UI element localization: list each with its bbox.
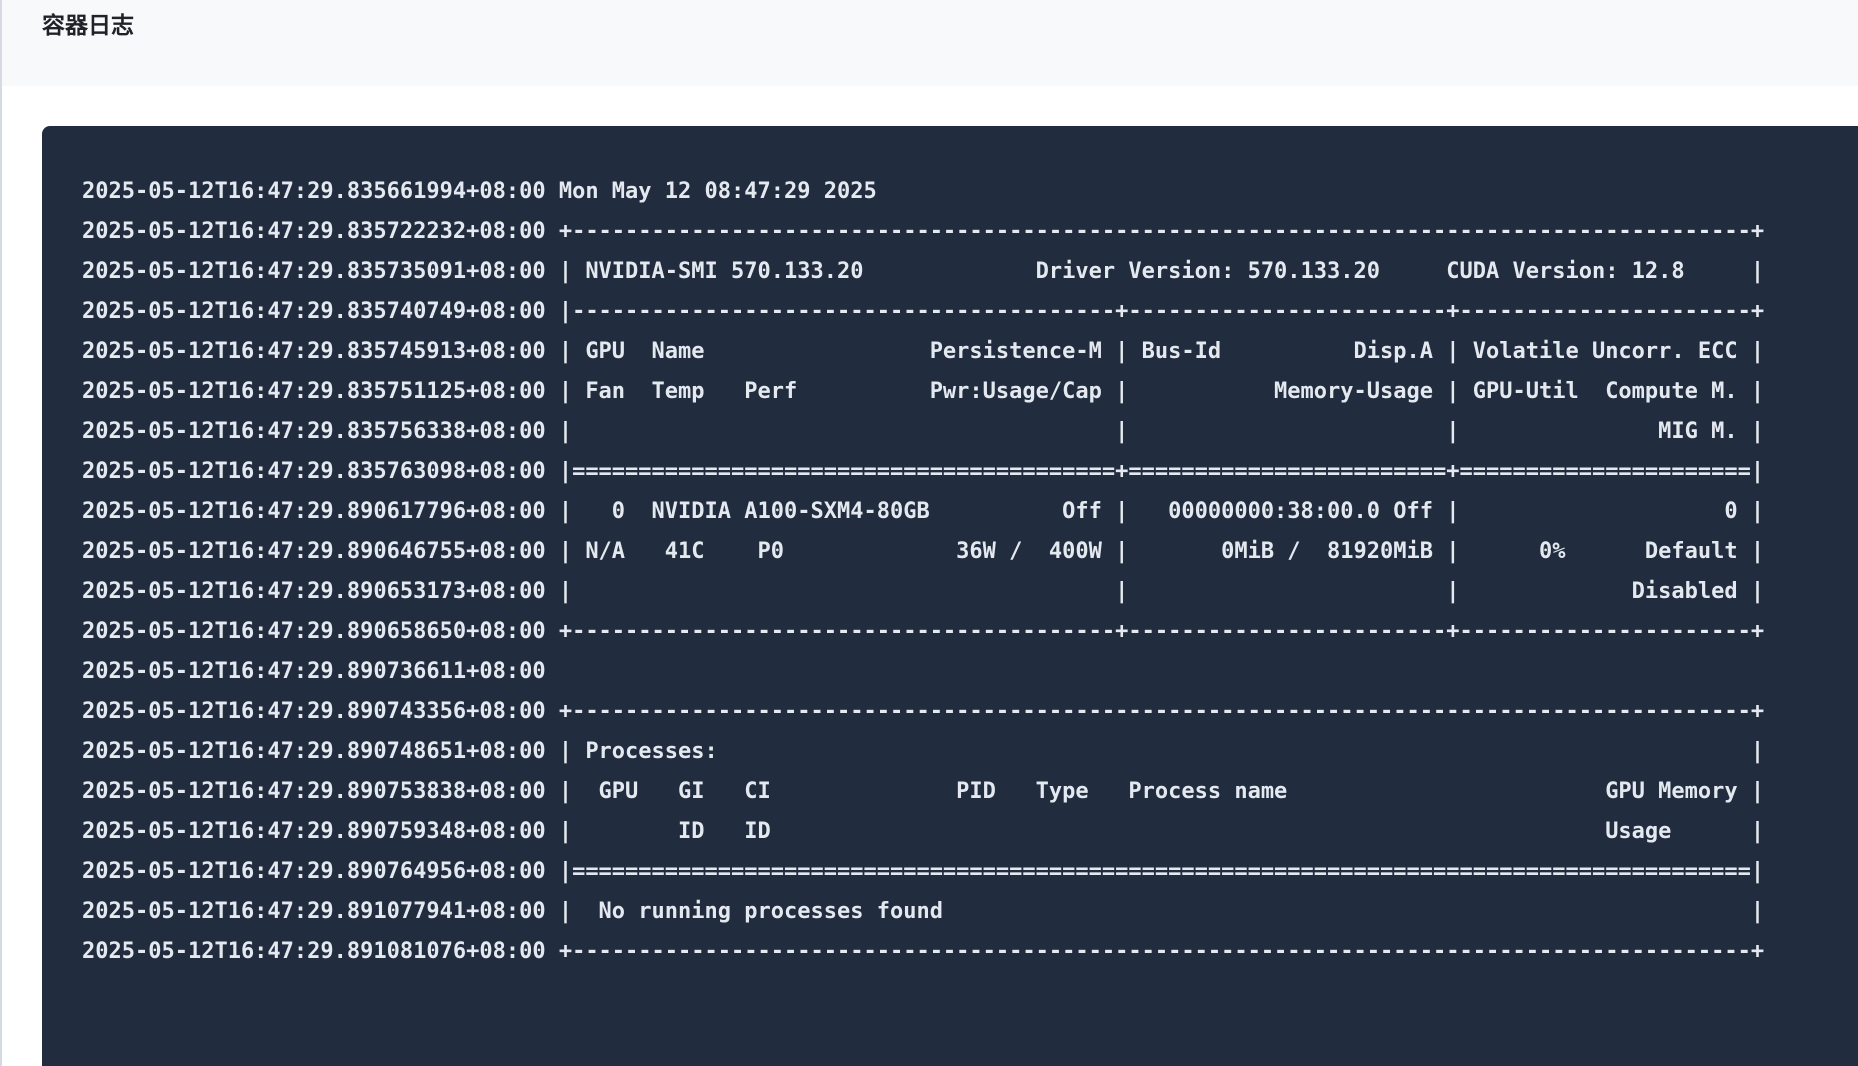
- page-header: 容器日志: [2, 0, 1858, 86]
- log-line: 2025-05-12T16:47:29.890646755+08:00 | N/…: [82, 539, 1765, 564]
- log-line: 2025-05-12T16:47:29.890743356+08:00 +---…: [82, 699, 1765, 724]
- log-line: 2025-05-12T16:47:29.890653173+08:00 | | …: [82, 579, 1765, 604]
- log-line: 2025-05-12T16:47:29.835763098+08:00 |===…: [82, 459, 1765, 484]
- log-line: 2025-05-12T16:47:29.835722232+08:00 +---…: [82, 219, 1765, 244]
- log-line: 2025-05-12T16:47:29.891077941+08:00 | No…: [82, 899, 1765, 924]
- log-line: 2025-05-12T16:47:29.890759348+08:00 | ID…: [82, 819, 1765, 844]
- page-title: 容器日志: [42, 13, 134, 39]
- log-line: 2025-05-12T16:47:29.835740749+08:00 |---…: [82, 299, 1765, 324]
- log-line: 2025-05-12T16:47:29.835745913+08:00 | GP…: [82, 339, 1765, 364]
- log-line: 2025-05-12T16:47:29.835661994+08:00 Mon …: [82, 179, 877, 204]
- log-line: 2025-05-12T16:47:29.890658650+08:00 +---…: [82, 619, 1765, 644]
- log-line: 2025-05-12T16:47:29.890764956+08:00 |===…: [82, 859, 1765, 884]
- container-log-panel[interactable]: 2025-05-12T16:47:29.835661994+08:00 Mon …: [42, 126, 1858, 1066]
- log-line: 2025-05-12T16:47:29.835756338+08:00 | | …: [82, 419, 1765, 444]
- log-line: 2025-05-12T16:47:29.890736611+08:00: [82, 659, 546, 684]
- log-line: 2025-05-12T16:47:29.835751125+08:00 | Fa…: [82, 379, 1765, 404]
- log-line: 2025-05-12T16:47:29.890748651+08:00 | Pr…: [82, 739, 1765, 764]
- log-lines: 2025-05-12T16:47:29.835661994+08:00 Mon …: [82, 172, 1764, 972]
- log-line: 2025-05-12T16:47:29.890617796+08:00 | 0 …: [82, 499, 1765, 524]
- left-divider: [0, 0, 2, 1066]
- log-line: 2025-05-12T16:47:29.835735091+08:00 | NV…: [82, 259, 1765, 284]
- log-line: 2025-05-12T16:47:29.891081076+08:00 +---…: [82, 939, 1765, 964]
- log-line: 2025-05-12T16:47:29.890753838+08:00 | GP…: [82, 779, 1765, 804]
